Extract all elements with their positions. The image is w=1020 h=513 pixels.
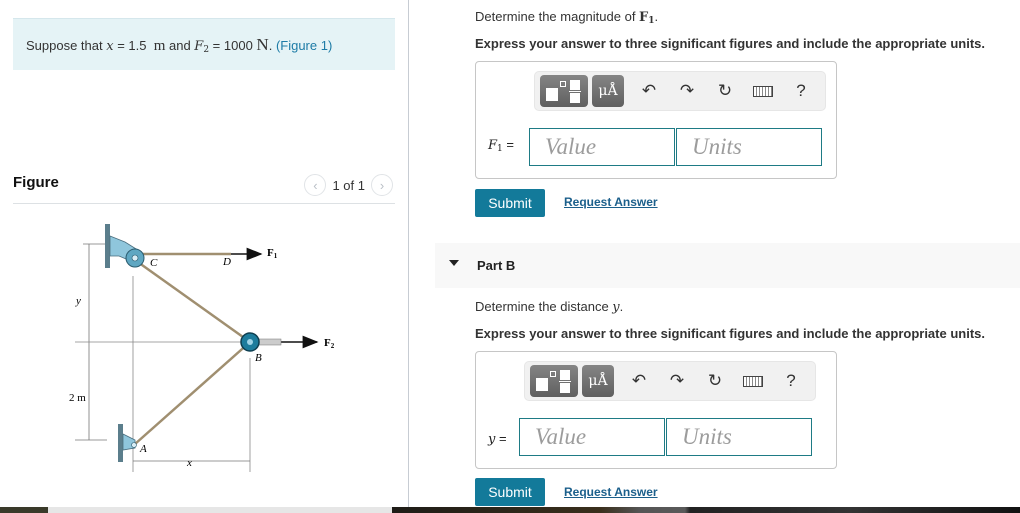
x-unit: m: [153, 38, 166, 54]
reset-icon[interactable]: ↻: [696, 365, 734, 397]
f1-value-input[interactable]: Value: [529, 128, 675, 166]
label-d: D: [222, 256, 231, 268]
figure-link[interactable]: (Figure 1): [276, 38, 332, 53]
label-y: y: [75, 295, 81, 307]
right-panel: Determine the magnitude of F1. Express y…: [409, 0, 1020, 507]
y-units-input[interactable]: Units: [666, 418, 812, 456]
templates-icon[interactable]: [530, 365, 578, 397]
figure-diagram: C D F1 B F2 A y 2 m x: [69, 224, 335, 472]
part-a-instruction: Express your answer to three significant…: [475, 36, 985, 51]
label-x: x: [186, 457, 192, 469]
units-icon[interactable]: μÅ: [592, 75, 624, 107]
wall-mount-top: [105, 224, 110, 268]
f1-variable: F1: [639, 10, 655, 26]
cable-ba: [134, 341, 251, 445]
problem-and: and: [165, 38, 195, 53]
y-label: y =: [488, 431, 507, 447]
cable-cb: [134, 258, 251, 344]
undo-icon[interactable]: ↶: [620, 365, 658, 397]
hook-b: [258, 338, 282, 346]
part-b-title: Part B: [477, 258, 516, 273]
y-value-input[interactable]: Value: [519, 418, 665, 456]
keyboard-icon[interactable]: [734, 365, 772, 397]
label-f1: F1: [267, 247, 278, 260]
label-f2: F2: [324, 337, 335, 350]
prev-figure-button[interactable]: ‹: [304, 174, 327, 196]
chevron-right-icon: ›: [379, 177, 385, 193]
part-b-answer-box: μÅ ↶ ↷ ↻ ? y = Value Units: [475, 351, 837, 469]
chevron-left-icon: ‹: [313, 177, 318, 193]
f2-unit: N: [256, 35, 269, 54]
problem-statement: Suppose that x = 1.5 m and F2 = 1000 N. …: [13, 18, 395, 70]
reset-icon[interactable]: ↻: [706, 75, 744, 107]
f1-units-input[interactable]: Units: [676, 128, 822, 166]
redo-icon[interactable]: ↷: [658, 365, 696, 397]
templates-icon[interactable]: [540, 75, 588, 107]
figure-header: Figure ‹ 1 of 1 ›: [13, 172, 395, 204]
undo-icon[interactable]: ↶: [630, 75, 668, 107]
part-a-toolbar: μÅ ↶ ↷ ↻ ?: [534, 71, 826, 111]
part-b-toolbar: μÅ ↶ ↷ ↻ ?: [524, 361, 816, 401]
redo-icon[interactable]: ↷: [668, 75, 706, 107]
f1-label: F1 =: [488, 137, 514, 154]
label-a: A: [139, 443, 147, 455]
x-variable: x: [106, 39, 114, 54]
part-b-header[interactable]: Part B: [435, 243, 1020, 288]
next-figure-button[interactable]: ›: [371, 174, 393, 196]
pager-text: 1 of 1: [332, 177, 365, 193]
part-a-answer-box: μÅ ↶ ↷ ↻ ? F1 = Value Units: [475, 61, 837, 179]
label-2m: 2 m: [69, 392, 86, 404]
f2-variable: F2: [194, 39, 210, 55]
collapse-triangle-icon: [449, 260, 459, 266]
taskbar-strip: [0, 507, 1020, 513]
problem-text: Suppose that: [26, 38, 107, 53]
units-icon[interactable]: μÅ: [582, 365, 614, 397]
part-b-submit-button[interactable]: Submit: [475, 478, 545, 506]
f2-value: = 1000: [209, 38, 257, 53]
help-icon[interactable]: ?: [782, 75, 820, 107]
problem-period: .: [268, 38, 276, 53]
figure-title: Figure: [13, 174, 59, 191]
help-icon[interactable]: ?: [772, 365, 810, 397]
part-b-question: Determine the distance y.: [475, 299, 624, 315]
label-b: B: [255, 352, 262, 364]
part-a-request-answer-link[interactable]: Request Answer: [564, 195, 658, 209]
label-c: C: [150, 257, 158, 269]
part-a-submit-button[interactable]: Submit: [475, 189, 545, 217]
part-b-request-answer-link[interactable]: Request Answer: [564, 485, 658, 499]
keyboard-icon[interactable]: [744, 75, 782, 107]
figure-pager: ‹ 1 of 1 ›: [304, 174, 393, 196]
part-b-instruction: Express your answer to three significant…: [475, 326, 985, 341]
part-a-question: Determine the magnitude of F1.: [475, 9, 659, 26]
wall-mount-bottom: [118, 424, 123, 462]
left-panel: Suppose that x = 1.5 m and F2 = 1000 N. …: [0, 0, 408, 507]
x-value: = 1.5: [113, 38, 151, 53]
